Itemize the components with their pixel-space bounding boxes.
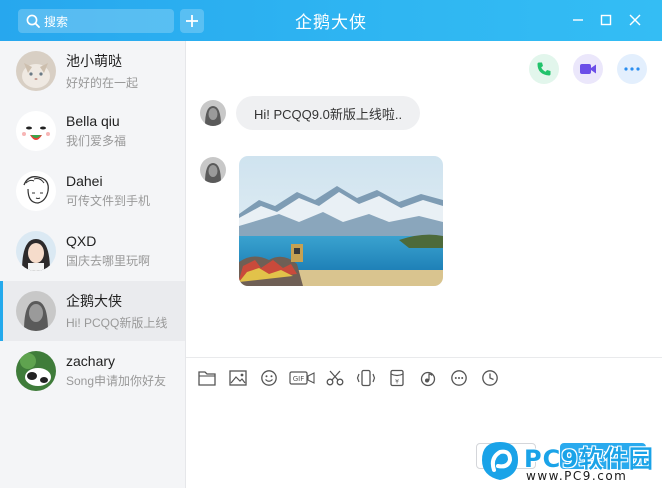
contact-name: Bella qiu (66, 113, 120, 129)
shake-button[interactable] (355, 367, 377, 389)
search-icon (26, 14, 40, 28)
gif-button[interactable]: GIF (289, 367, 315, 389)
contact-last-message: 可传文件到手机 (66, 194, 151, 208)
more-circle-icon (451, 369, 467, 386)
plus-icon (186, 15, 198, 27)
gif-icon: GIF (289, 370, 315, 385)
music-button[interactable] (417, 367, 439, 389)
add-button[interactable] (180, 9, 204, 33)
more-options-button[interactable] (617, 54, 647, 84)
voice-call-button[interactable] (529, 54, 559, 84)
more-tools-button[interactable] (448, 367, 470, 389)
close-window-button[interactable] (627, 12, 643, 28)
close-icon (629, 14, 641, 26)
message-image[interactable] (239, 156, 443, 286)
contact-item-2[interactable]: Bella qiu 我们爱多福 (0, 101, 185, 161)
contact-item-3[interactable]: Dahei 可传文件到手机 (0, 161, 185, 221)
chat-panel: Hi! PCQQ9.0新版上线啦.. GIF ¥ 发送 (186, 41, 662, 488)
contact-last-message: 好好的在一起 (66, 76, 139, 90)
contact-name: QXD (66, 233, 97, 249)
folder-icon (198, 370, 216, 386)
minimize-button[interactable] (570, 12, 586, 28)
more-icon (624, 67, 640, 71)
image-icon (229, 369, 247, 386)
video-camera-icon (580, 64, 596, 74)
watermark-url: www.PC9.com (526, 469, 628, 483)
video-call-button[interactable] (573, 54, 603, 84)
contact-name: 企鹅大侠 (66, 293, 122, 309)
contact-last-message: 国庆去哪里玩啊 (66, 254, 151, 268)
maximize-icon (600, 14, 612, 26)
phone-icon (537, 62, 551, 76)
window-title: 企鹅大侠 (295, 13, 367, 32)
shake-icon (356, 369, 376, 386)
contact-last-message: Hi! PCQQ新版上线 (66, 316, 168, 330)
avatar (16, 111, 56, 151)
avatar (16, 171, 56, 211)
maximize-button[interactable] (598, 12, 614, 28)
watermark: PC9软件园 www.PC9.com (474, 438, 660, 486)
contact-last-message: 我们爱多福 (66, 134, 127, 148)
send-file-button[interactable] (196, 367, 218, 389)
contact-item-1[interactable]: 池小萌哒 好好的在一起 (0, 41, 185, 101)
search-placeholder: 搜索 (44, 14, 69, 29)
contact-name: zachary (66, 353, 116, 369)
sender-avatar (200, 100, 226, 126)
scissors-icon (326, 370, 344, 385)
contact-list: 池小萌哒 好好的在一起 Bella qiu 我们爱多福 Dahei 可传文件到手… (0, 41, 186, 488)
history-button[interactable] (479, 367, 501, 389)
contact-item-5[interactable]: 企鹅大侠 Hi! PCQQ新版上线 (0, 281, 185, 341)
message-bubble: Hi! PCQQ9.0新版上线啦.. (236, 96, 421, 130)
avatar (16, 231, 56, 271)
contact-name: 池小萌哒 (66, 53, 122, 69)
contact-item-4[interactable]: QXD 国庆去哪里玩啊 (0, 221, 185, 281)
title-bar: 搜索 企鹅大侠 (0, 0, 662, 41)
emoji-icon (261, 369, 277, 386)
search-input[interactable]: 搜索 (18, 9, 174, 33)
avatar (16, 291, 56, 331)
avatar (16, 351, 56, 391)
send-image-button[interactable] (227, 367, 249, 389)
avatar (16, 51, 56, 91)
svg-text:¥: ¥ (395, 378, 399, 385)
clock-icon (482, 369, 498, 386)
red-packet-button[interactable]: ¥ (386, 367, 408, 389)
emoji-button[interactable] (258, 367, 280, 389)
contact-name: Dahei (66, 173, 103, 189)
minimize-icon (573, 19, 583, 21)
input-toolbar: GIF ¥ (186, 357, 662, 397)
svg-text:GIF: GIF (293, 375, 305, 383)
pc9-logo-icon (482, 442, 518, 480)
screenshot-button[interactable] (324, 367, 346, 389)
sender-avatar (200, 157, 226, 183)
contact-last-message: Song申请加你好友 (66, 374, 167, 388)
contact-item-6[interactable]: zachary Song申请加你好友 (0, 341, 185, 401)
music-icon (420, 371, 436, 386)
red-packet-icon: ¥ (390, 369, 404, 386)
